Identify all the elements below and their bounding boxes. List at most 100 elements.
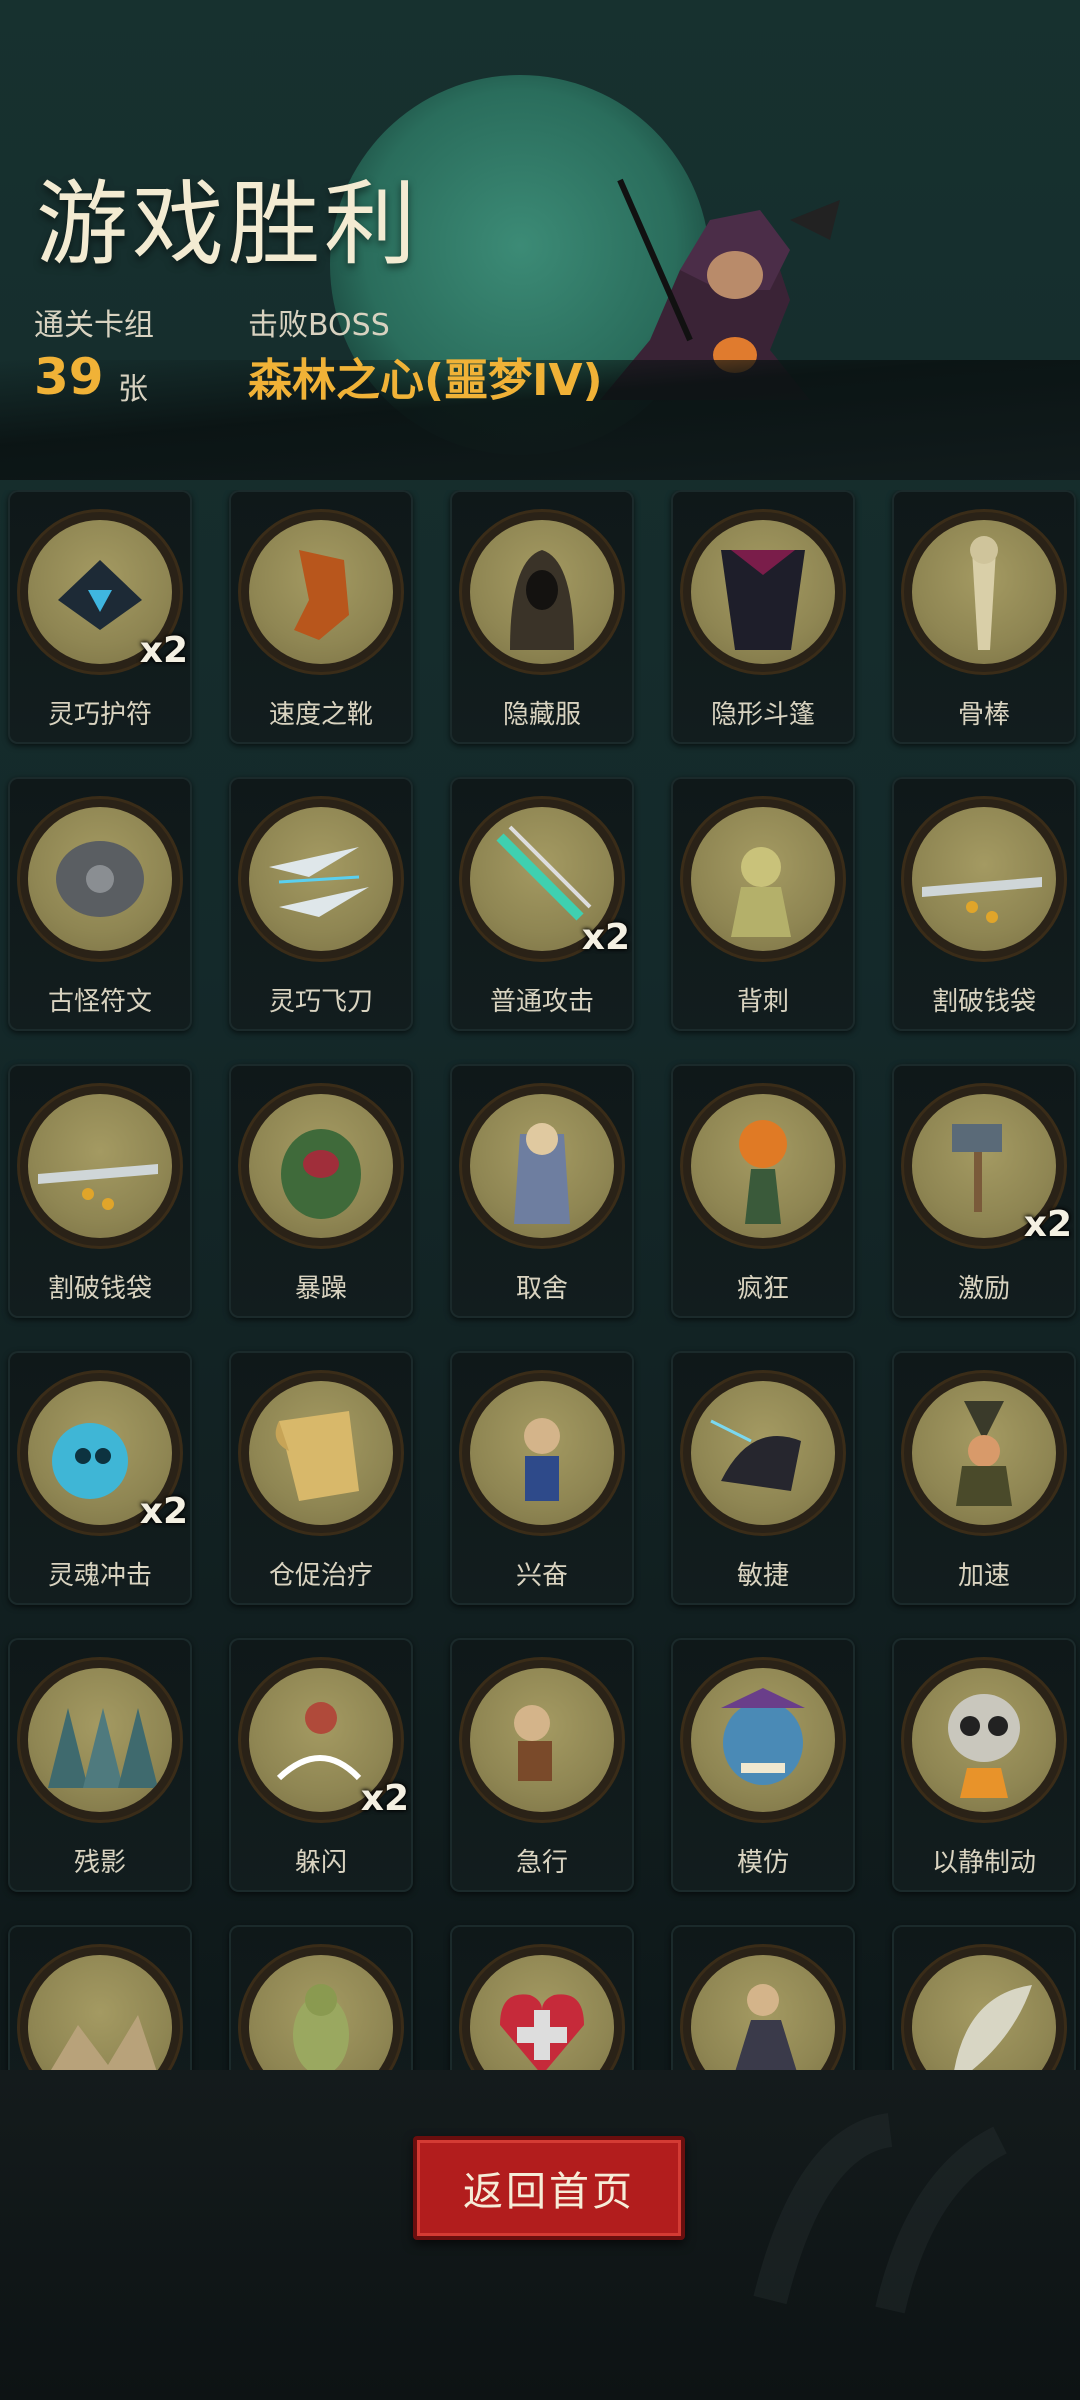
card-frame [904,1373,1064,1533]
card-frame [462,512,622,672]
card-frame [904,1660,1064,1820]
card-name: 灵巧飞刀 [268,987,373,1017]
rage-icon [249,1094,393,1238]
card-name: 疯狂 [736,1274,789,1304]
deck-card[interactable]: x2 灵巧护符 [8,490,192,744]
boss-label: 击败BOSS [248,308,390,343]
card-name: 灵巧护符 [47,700,152,730]
return-home-button[interactable]: 返回首页 [413,2136,685,2240]
card-name: 灵魂冲击 [47,1561,152,1591]
deck-card[interactable] [892,1925,1076,2070]
throwing-knife-icon [249,807,393,951]
deck-card[interactable] [450,1925,634,2070]
cut-purse-icon [912,807,1056,951]
card-frame [904,799,1064,959]
deck-card[interactable]: 割破钱袋 [8,1064,192,1318]
card-frame [241,1373,401,1533]
deck-card[interactable]: 以静制动 [892,1638,1076,1892]
fighter-icon [691,1955,835,2070]
witch-icon [912,1381,1056,1525]
card-name: 隐藏服 [502,700,581,730]
hood-icon [470,520,614,664]
wizard-icon [470,1094,614,1238]
decorative-scratch [753,2113,1008,2314]
deck-card[interactable]: 残影 [8,1638,192,1892]
panther-icon [691,1381,835,1525]
card-name: 激励 [957,1274,1010,1304]
card-name: 取舍 [515,1274,568,1304]
card-frame [20,1947,180,2070]
deck-label: 通关卡组 [34,308,154,343]
heart-icon [470,1955,614,2070]
creature-icon [249,1955,393,2070]
deck-unit: 张 [118,372,148,407]
deck-card[interactable]: 隐形斗篷 [671,490,855,744]
card-count-badge: x2 [1023,1204,1072,1245]
card-name: 速度之靴 [268,700,373,730]
deck-card[interactable] [229,1925,413,2070]
cut-purse-icon [28,1094,172,1238]
deck-card[interactable]: 骨棒 [892,490,1076,744]
card-name: 以静制动 [931,1848,1036,1878]
excited-icon [470,1381,614,1525]
deck-card[interactable]: 古怪符文 [8,777,192,1031]
cloak-icon [691,520,835,664]
card-name: 仓促治疗 [268,1561,373,1591]
deck-card[interactable]: x2 激励 [892,1064,1076,1318]
card-count-badge: x2 [360,1778,409,1819]
card-frame [462,1373,622,1533]
card-name: 残影 [73,1848,126,1878]
map-icon [28,1955,172,2070]
card-frame [462,1947,622,2070]
deck-card[interactable]: 兴奋 [450,1351,634,1605]
card-name: 暴躁 [294,1274,347,1304]
feather-icon [912,1955,1056,2070]
bone-club-icon [912,520,1056,664]
deck-card[interactable]: 灵巧飞刀 [229,777,413,1031]
card-frame [241,799,401,959]
deck-card[interactable]: 加速 [892,1351,1076,1605]
card-frame [20,1660,180,1820]
card-frame [241,1947,401,2070]
card-frame [462,1660,622,1820]
rune-stone-icon [28,807,172,951]
deck-card[interactable]: 取舍 [450,1064,634,1318]
backstab-icon [691,807,835,951]
boots-icon [249,520,393,664]
deck-card[interactable]: x2 灵魂冲击 [8,1351,192,1605]
deck-card[interactable]: x2 躲闪 [229,1638,413,1892]
deck-card[interactable]: 暴躁 [229,1064,413,1318]
skull-icon [912,1668,1056,1812]
card-name: 模仿 [736,1848,789,1878]
pumpkin-icon [691,1094,835,1238]
card-name: 躲闪 [294,1848,347,1878]
deck-card[interactable]: x2 普通攻击 [450,777,634,1031]
deck-card[interactable]: 隐藏服 [450,490,634,744]
scroll-icon [249,1381,393,1525]
card-name: 割破钱袋 [931,987,1036,1017]
card-frame [462,1086,622,1246]
card-name: 背刺 [736,987,789,1017]
card-name: 割破钱袋 [47,1274,152,1304]
deck-card[interactable]: 仓促治疗 [229,1351,413,1605]
card-count-badge: x2 [581,917,630,958]
boss-name: 森林之心(噩梦IV) [248,355,603,406]
deck-card[interactable] [671,1925,855,2070]
goblin-icon [691,1668,835,1812]
card-frame [683,1660,843,1820]
deck-card[interactable] [8,1925,192,2070]
deck-card[interactable]: 背刺 [671,777,855,1031]
card-frame [20,1086,180,1246]
rush-icon [470,1668,614,1812]
deck-card[interactable]: 急行 [450,1638,634,1892]
deck-card[interactable]: 疯狂 [671,1064,855,1318]
deck-card[interactable]: 速度之靴 [229,490,413,744]
card-name: 古怪符文 [47,987,152,1017]
card-frame [683,799,843,959]
deck-card[interactable]: 敏捷 [671,1351,855,1605]
card-frame [683,1947,843,2070]
deck-card-grid: x2 灵巧护符 速度之靴 隐藏服 隐形斗篷 骨棒 古怪符文 灵巧飞刀 x2 普通攻击 背刺 割破钱袋割… [0,490,1080,2070]
victory-title: 游戏胜利 [36,171,421,278]
deck-card[interactable]: 模仿 [671,1638,855,1892]
deck-card[interactable]: 割破钱袋 [892,777,1076,1031]
